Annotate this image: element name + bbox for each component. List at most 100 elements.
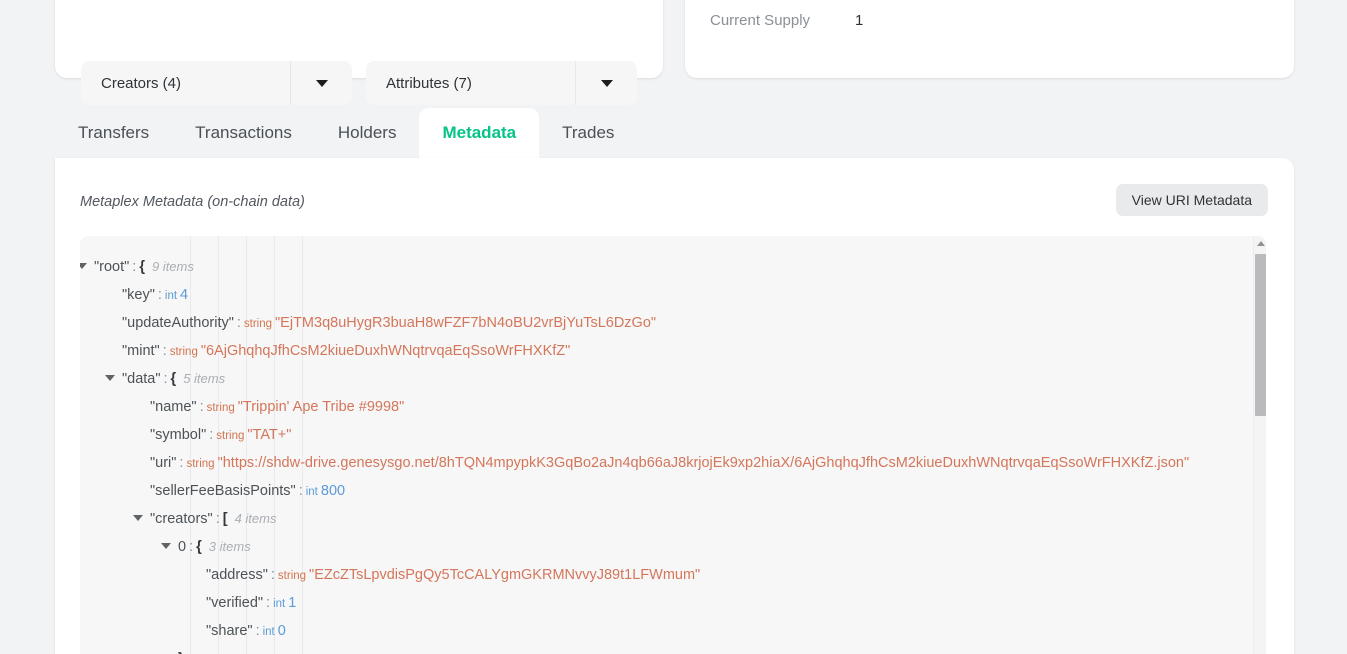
metadata-panel: Metaplex Metadata (on-chain data) View U… xyxy=(55,158,1294,654)
triangle-down-icon[interactable] xyxy=(133,515,143,521)
json-type-label: string xyxy=(186,458,215,470)
json-row: "updateAuthority": string "EjTM3q8uHygR3bu… xyxy=(80,309,1253,337)
json-value: "6AjGhqhqJfhCsM2kiueDuxhWNqtrvqaEqSsoWrF… xyxy=(200,343,571,359)
json-type-label: string xyxy=(206,402,235,414)
json-type-label: int xyxy=(273,598,286,610)
json-open-brace: [ xyxy=(222,511,228,527)
json-key: "name" xyxy=(150,399,197,415)
json-key: "updateAuthority" xyxy=(122,315,234,331)
json-row: } xyxy=(80,645,1253,654)
json-type-label: int xyxy=(305,486,318,498)
json-colon: : xyxy=(157,287,162,303)
json-colon: : xyxy=(270,567,275,583)
view-uri-metadata-button[interactable]: View URI Metadata xyxy=(1115,184,1268,216)
json-item-count: 5 items xyxy=(183,371,226,386)
json-colon: : xyxy=(199,399,204,415)
json-item-count: 9 items xyxy=(151,259,194,274)
tab-trades[interactable]: Trades xyxy=(539,108,637,158)
json-key: "uri" xyxy=(150,455,177,471)
attributes-card: Creators (4) Attributes (7) xyxy=(55,0,663,105)
json-value: "Trippin' Ape Tribe #9998" xyxy=(237,399,405,415)
json-row: "data":{5 items xyxy=(80,365,1253,393)
json-type-label: string xyxy=(243,318,273,330)
json-key: "data" xyxy=(122,371,161,387)
creators-dropdown-label: Creators (4) xyxy=(101,74,182,92)
json-row: "key": int 4 xyxy=(80,281,1253,309)
json-value: 800 xyxy=(320,483,346,499)
json-key: "symbol" xyxy=(150,427,207,443)
json-key: "sellerFeeBasisPoints" xyxy=(150,483,296,499)
json-row: "uri": string "https://shdw-drive.genesysg… xyxy=(80,449,1253,477)
json-type-label: int xyxy=(262,626,275,638)
json-key: "mint" xyxy=(122,343,160,359)
json-row: 0:{3 items xyxy=(80,533,1253,561)
json-colon: : xyxy=(189,539,194,555)
triangle-up-icon[interactable] xyxy=(1254,236,1266,250)
json-value: "EjTM3q8uHygR3buaH8wFZF7bN4oBU2vrBjYuTsL… xyxy=(275,315,657,331)
json-row: "address": string "EZcZTsLpvdisPgQy5TcCALY… xyxy=(80,561,1253,589)
json-row: "mint": string "6AjGhqhqJfhCsM2kiueDuxhWNq… xyxy=(80,337,1253,365)
page-root: Creators (4) Attributes (7) Current Supp… xyxy=(0,0,1347,654)
json-value: 1 xyxy=(288,595,297,611)
json-row: "name": string "Trippin' Ape Tribe #9998" xyxy=(80,393,1253,421)
json-row: "share": int 0 xyxy=(80,617,1253,645)
json-value: "https://shdw-drive.genesysgo.net/8hTQN4… xyxy=(217,455,1190,471)
tab-transactions[interactable]: Transactions xyxy=(172,108,315,158)
json-colon: : xyxy=(179,455,184,471)
json-tree[interactable]: "root":{9 items "key": int 4 "updateAuthorit… xyxy=(80,236,1253,654)
supply-card: Current Supply 1 xyxy=(685,0,1294,78)
current-supply-row: Current Supply 1 xyxy=(710,12,863,29)
json-colon: : xyxy=(163,371,168,387)
json-colon: : xyxy=(209,427,214,443)
creators-dropdown[interactable]: Creators (4) xyxy=(81,61,352,105)
json-row: "root":{9 items xyxy=(80,253,1253,281)
tab-bar: Transfers Transactions Holders Metadata … xyxy=(55,108,637,158)
metadata-caption: Metaplex Metadata (on-chain data) xyxy=(80,194,305,210)
json-type-label: string xyxy=(277,570,307,582)
triangle-down-icon[interactable] xyxy=(161,543,171,549)
json-type-label: int xyxy=(164,290,178,302)
json-scrollbar[interactable] xyxy=(1253,236,1266,654)
tab-holders[interactable]: Holders xyxy=(315,108,420,158)
chevron-down-icon[interactable] xyxy=(575,61,637,105)
tab-transfers[interactable]: Transfers xyxy=(55,108,172,158)
json-value: "EZcZTsLpvdisPgQy5TcCALYgmGKRMNvvyJ89t1L… xyxy=(309,567,701,583)
json-scrollbar-thumb[interactable] xyxy=(1255,254,1266,416)
triangle-down-icon[interactable] xyxy=(80,263,87,269)
json-colon: : xyxy=(266,595,271,611)
json-row: "symbol": string "TAT+" xyxy=(80,421,1253,449)
json-key: "verified" xyxy=(206,595,264,611)
json-colon: : xyxy=(132,259,137,275)
json-colon: : xyxy=(162,343,167,359)
json-colon: : xyxy=(215,511,220,527)
json-value: "TAT+" xyxy=(247,427,292,443)
json-row: "verified": int 1 xyxy=(80,589,1253,617)
json-viewer: "root":{9 items "key": int 4 "updateAuthorit… xyxy=(80,236,1266,654)
metadata-panel-header: Metaplex Metadata (on-chain data) View U… xyxy=(55,158,1294,236)
json-open-brace: { xyxy=(196,539,202,555)
json-key: "share" xyxy=(206,623,253,639)
json-row: "creators":[4 items xyxy=(80,505,1253,533)
json-item-count: 4 items xyxy=(234,511,277,526)
json-key: "creators" xyxy=(150,511,213,527)
json-row: "sellerFeeBasisPoints": int 800 xyxy=(80,477,1253,505)
json-item-count: 3 items xyxy=(208,539,251,554)
current-supply-label: Current Supply xyxy=(710,12,811,29)
attributes-dropdown-label: Attributes (7) xyxy=(386,74,472,92)
triangle-down-icon[interactable] xyxy=(105,375,115,381)
json-colon: : xyxy=(236,315,241,331)
json-key: 0 xyxy=(178,539,187,555)
chevron-down-icon[interactable] xyxy=(290,61,352,105)
tab-metadata[interactable]: Metadata xyxy=(419,108,540,158)
json-value: 4 xyxy=(180,287,189,303)
json-type-label: string xyxy=(169,346,198,358)
json-colon: : xyxy=(298,483,303,499)
json-value: 0 xyxy=(277,623,286,639)
json-key: "root" xyxy=(94,259,130,275)
json-type-label: string xyxy=(216,430,245,442)
json-key: "key" xyxy=(122,287,155,303)
current-supply-value: 1 xyxy=(855,12,864,29)
attributes-dropdown[interactable]: Attributes (7) xyxy=(366,61,637,105)
json-colon: : xyxy=(255,623,260,639)
json-key: "address" xyxy=(206,567,268,583)
